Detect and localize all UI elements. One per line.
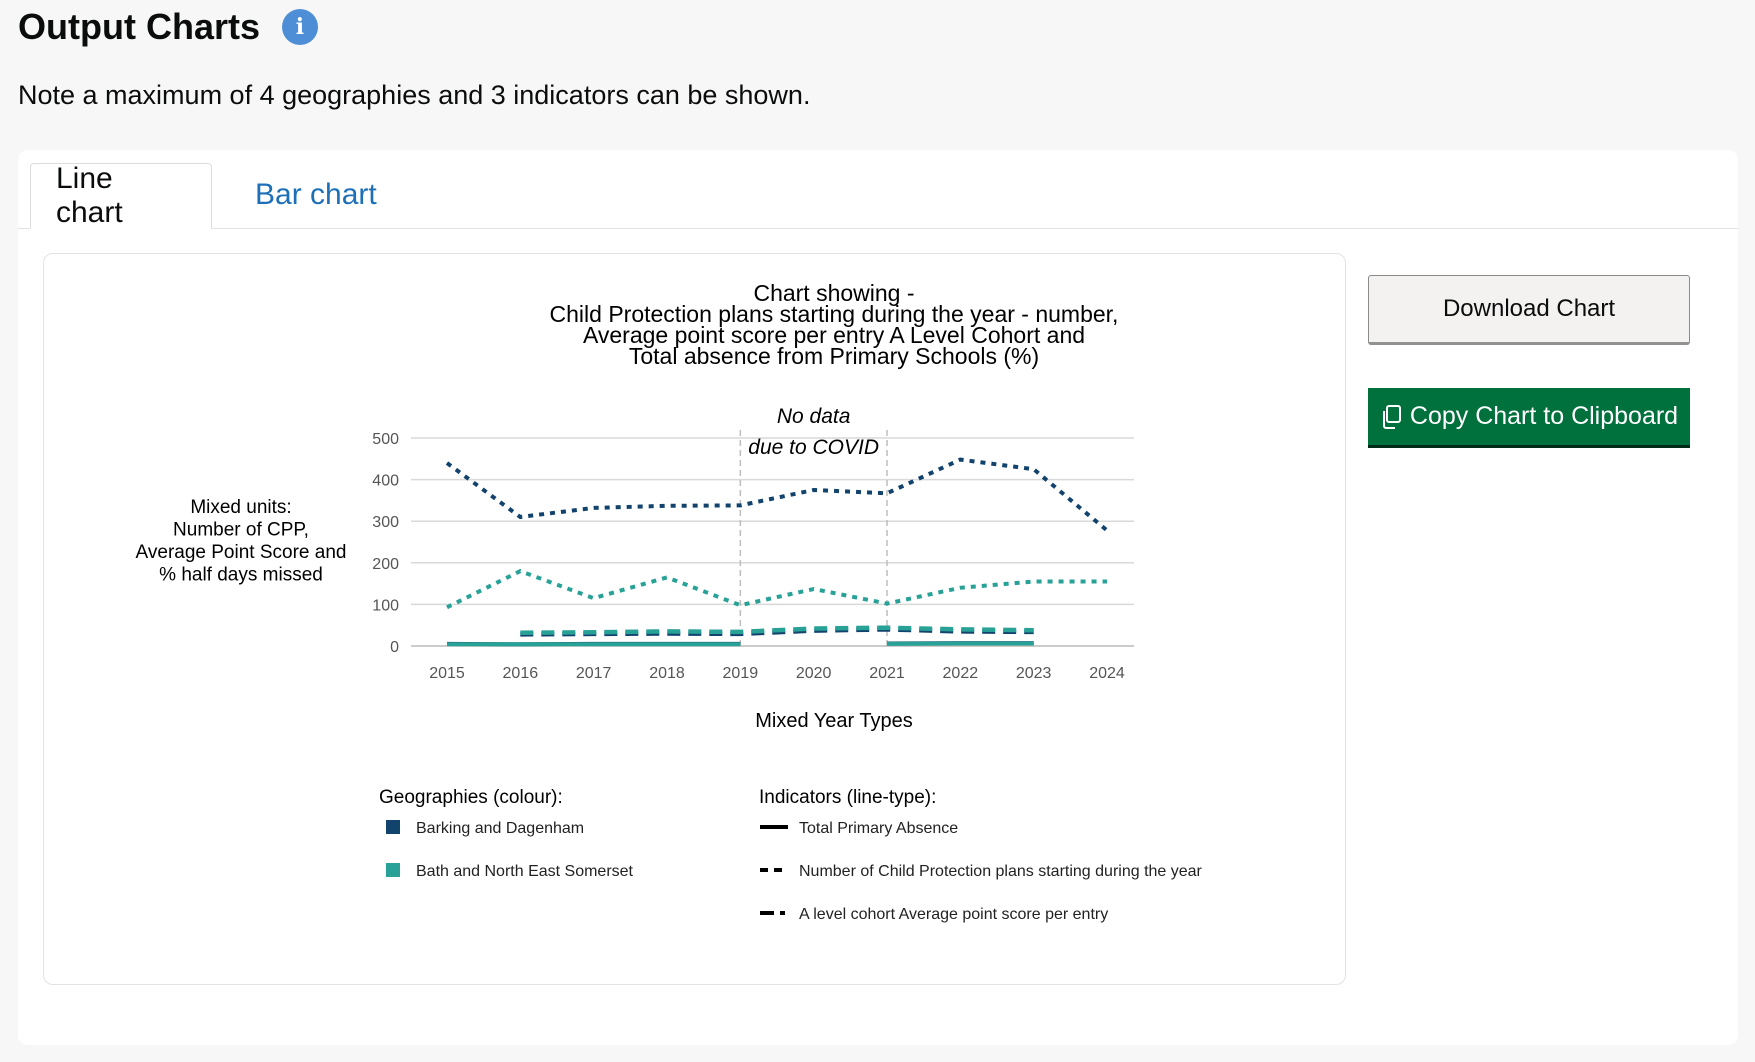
legend-geography-swatch xyxy=(386,863,400,877)
info-icon[interactable]: i xyxy=(281,9,318,45)
chart-tabs: Line chart Bar chart xyxy=(18,150,1738,229)
legend-geography-swatch xyxy=(386,820,400,834)
covid-annotation-text: due to COVID xyxy=(748,436,879,459)
tab-line-chart[interactable]: Line chart xyxy=(30,162,212,229)
y-tick-label: 300 xyxy=(372,514,399,531)
y-axis-label-line: % half days missed xyxy=(159,565,323,586)
x-tick-label: 2022 xyxy=(943,665,979,682)
tab-bar-chart[interactable]: Bar chart xyxy=(230,163,402,227)
copy-chart-button[interactable]: Copy Chart to Clipboard xyxy=(1368,388,1690,448)
series-line xyxy=(445,457,1109,532)
legend-indicator-label: A level cohort Average point score per e… xyxy=(799,906,1108,923)
x-tick-label: 2016 xyxy=(503,665,539,682)
legend-indicator-label: Number of Child Protection plans startin… xyxy=(799,863,1203,880)
y-axis-label-line: Mixed units: xyxy=(190,497,291,518)
copy-icon xyxy=(1382,404,1401,429)
x-tick-label: 2015 xyxy=(429,665,465,682)
y-tick-label: 0 xyxy=(390,639,399,656)
x-tick-label: 2017 xyxy=(576,665,612,682)
x-tick-label: 2018 xyxy=(649,665,685,682)
legend-geographies-title: Geographies (colour): xyxy=(379,787,563,808)
download-chart-button[interactable]: Download Chart xyxy=(1368,275,1690,345)
chart-title-line: Total absence from Primary Schools (%) xyxy=(629,343,1039,369)
copy-chart-label: Copy Chart to Clipboard xyxy=(1409,402,1679,430)
series-line xyxy=(520,625,1034,635)
x-tick-label: 2019 xyxy=(723,665,759,682)
x-tick-label: 2023 xyxy=(1016,665,1052,682)
header: Output Charts i xyxy=(18,6,318,48)
x-axis-label: Mixed Year Types xyxy=(755,710,913,732)
y-axis-label-line: Number of CPP, xyxy=(173,520,309,541)
legend-geography-label: Bath and North East Somerset xyxy=(416,863,634,880)
legend-indicator-label: Total Primary Absence xyxy=(799,820,958,837)
y-tick-label: 500 xyxy=(372,431,399,448)
series-line xyxy=(446,568,1107,610)
legend-indicators-title: Indicators (line-type): xyxy=(759,787,936,808)
max-selection-note: Note a maximum of 4 geographies and 3 in… xyxy=(18,80,811,110)
chart-card: Chart showing - Child Protection plans st… xyxy=(43,253,1346,985)
y-tick-label: 400 xyxy=(372,473,399,490)
legend-geography-label: Barking and Dagenham xyxy=(416,820,584,837)
page-title: Output Charts xyxy=(18,6,260,47)
x-tick-label: 2020 xyxy=(796,665,832,682)
x-tick-label: 2021 xyxy=(869,665,905,682)
x-tick-label: 2024 xyxy=(1089,665,1125,682)
y-axis-label-line: Average Point Score and xyxy=(136,542,347,563)
output-panel: Line chart Bar chart Chart showing - Chil… xyxy=(18,150,1738,1045)
y-tick-label: 200 xyxy=(372,556,399,573)
line-chart: Chart showing -Child Protection plans st… xyxy=(136,280,1203,923)
covid-annotation-text: No data xyxy=(777,405,851,428)
y-tick-label: 100 xyxy=(372,597,399,614)
